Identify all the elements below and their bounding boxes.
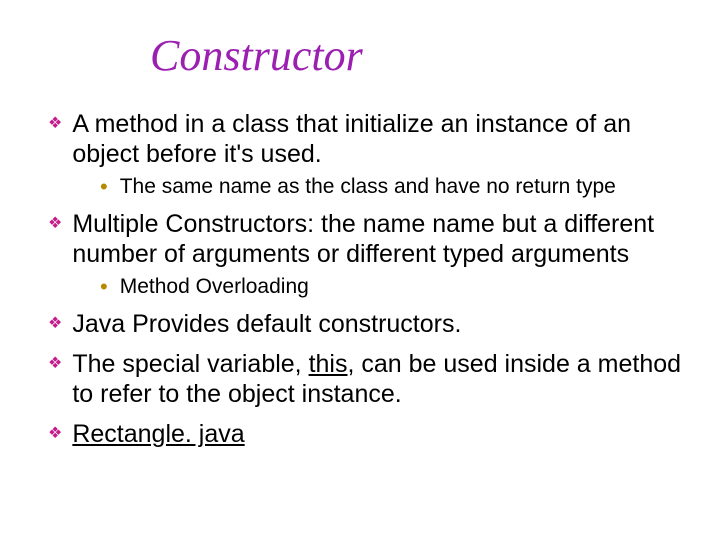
list-item: ❖ Multiple Constructors: the name name b… (48, 209, 690, 269)
list-subitem-text: The same name as the class and have no r… (120, 175, 616, 199)
dot-bullet-icon: • (100, 275, 108, 299)
diamond-bullet-icon: ❖ (48, 209, 62, 239)
list-item: ❖ The special variable, this, can be use… (48, 349, 690, 409)
slide-title: Constructor (150, 30, 690, 81)
diamond-bullet-icon: ❖ (48, 309, 62, 339)
keyword-this: this (309, 350, 348, 378)
list-item: ❖ A method in a class that initialize an… (48, 109, 690, 169)
list-subitem: • The same name as the class and have no… (100, 175, 690, 199)
list-item-text: The special variable, this, can be used … (72, 349, 690, 409)
list-item-text: Java Provides default constructors. (72, 309, 461, 339)
diamond-bullet-icon: ❖ (48, 419, 62, 449)
list-item-text: Multiple Constructors: the name name but… (72, 209, 690, 269)
list-item: ❖ Java Provides default constructors. (48, 309, 690, 339)
text-fragment: The special variable, (72, 350, 308, 378)
list-item-text: Rectangle. java (72, 419, 244, 449)
list-subitem-text: Method Overloading (120, 275, 309, 299)
diamond-bullet-icon: ❖ (48, 109, 62, 139)
list-item: ❖ Rectangle. java (48, 419, 690, 449)
link-rectangle-java[interactable]: Rectangle. java (72, 420, 244, 448)
slide: Constructor ❖ A method in a class that i… (0, 0, 720, 540)
diamond-bullet-icon: ❖ (48, 349, 62, 379)
list-item-text: A method in a class that initialize an i… (72, 109, 690, 169)
dot-bullet-icon: • (100, 175, 108, 199)
list-subitem: • Method Overloading (100, 275, 690, 299)
